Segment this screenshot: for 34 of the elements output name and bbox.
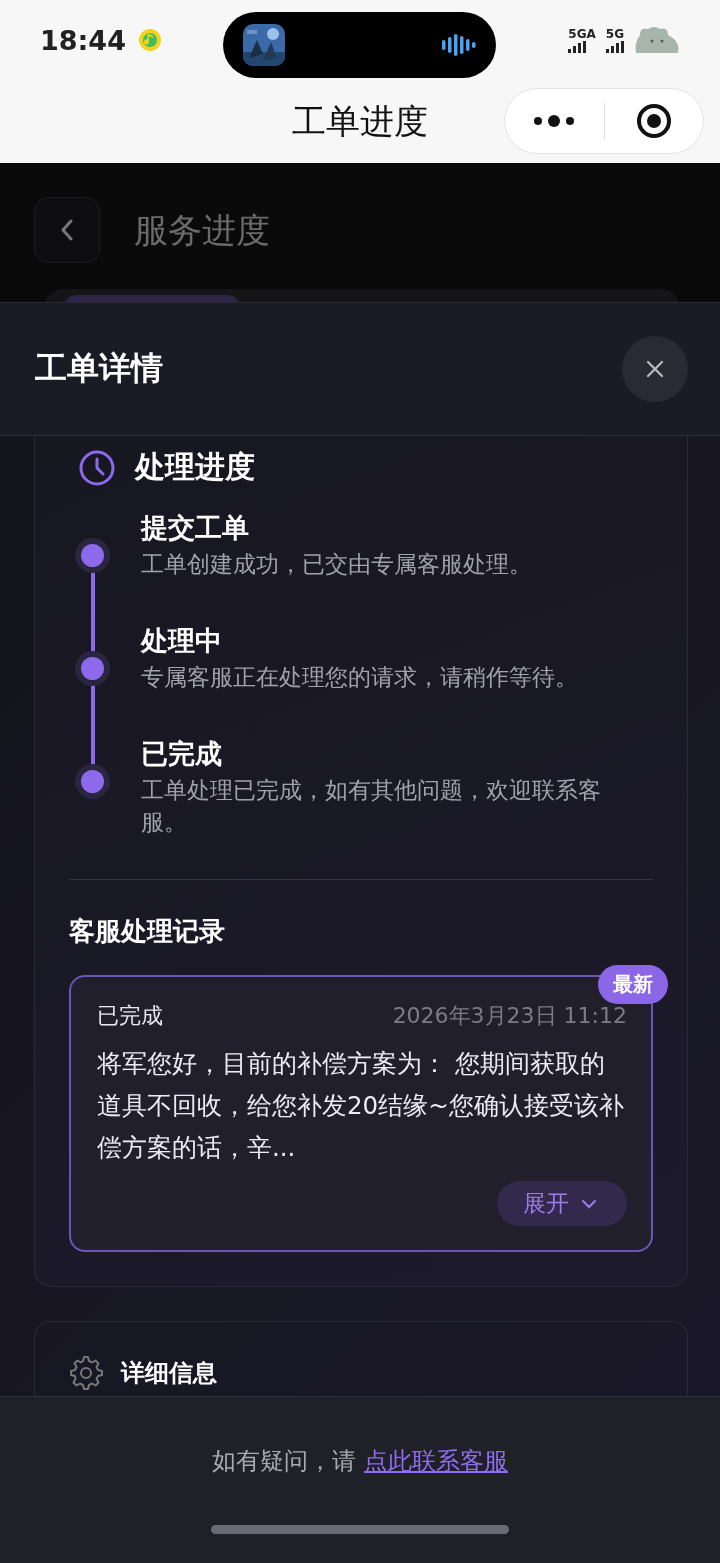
help-text: 如有疑问，请 点此联系客服 xyxy=(212,1446,508,1477)
step-title: 处理中 xyxy=(141,624,223,658)
expand-button[interactable]: 展开 xyxy=(497,1181,627,1226)
gear-icon xyxy=(69,1354,103,1392)
page-title: 服务进度 xyxy=(134,209,270,252)
contact-link[interactable]: 点此联系客服 xyxy=(364,1447,508,1475)
clock-time: 18:44 xyxy=(40,24,126,56)
step-title: 已完成 xyxy=(141,737,223,771)
cloud-icon xyxy=(634,25,680,55)
page-title: 工单进度 xyxy=(292,99,428,143)
step-title: 提交工单 xyxy=(141,511,250,545)
chevron-down-icon xyxy=(581,1198,597,1209)
network-label: 5G xyxy=(605,27,624,41)
waveform-icon xyxy=(442,33,476,57)
step-description: 工单处理已完成，如有其他问题，欢迎联系客服。 xyxy=(141,776,602,837)
record-message: 将军您好，目前的补偿方案为： 您期间获取的道具不回收，给您补发20结缘~您确认接受该补偿方案的话，辛... xyxy=(97,1048,625,1164)
sheet-title: 工单详情 xyxy=(35,348,163,389)
close-icon xyxy=(646,360,664,378)
section-title: 详细信息 xyxy=(121,1358,217,1389)
section-title: 处理进度 xyxy=(135,448,255,486)
music-app-icon xyxy=(137,28,162,52)
signal-icon xyxy=(568,40,587,53)
signal-icon xyxy=(605,40,624,53)
close-mini-program-icon[interactable] xyxy=(635,103,672,139)
step-description: 工单创建成功，已交由专属客服处理。 xyxy=(141,550,533,579)
record-time: 2026年3月23日 11:12 xyxy=(392,1002,627,1030)
step-description: 专属客服正在处理您的请求，请稍作等待。 xyxy=(141,663,579,692)
back-icon xyxy=(59,219,75,241)
section-title: 客服处理记录 xyxy=(69,915,226,948)
latest-badge: 最新 xyxy=(598,965,668,1004)
clock-icon xyxy=(79,449,115,486)
record-status: 已完成 xyxy=(97,1002,163,1030)
network-label: 5GA xyxy=(568,27,596,41)
more-icon[interactable] xyxy=(533,112,576,130)
